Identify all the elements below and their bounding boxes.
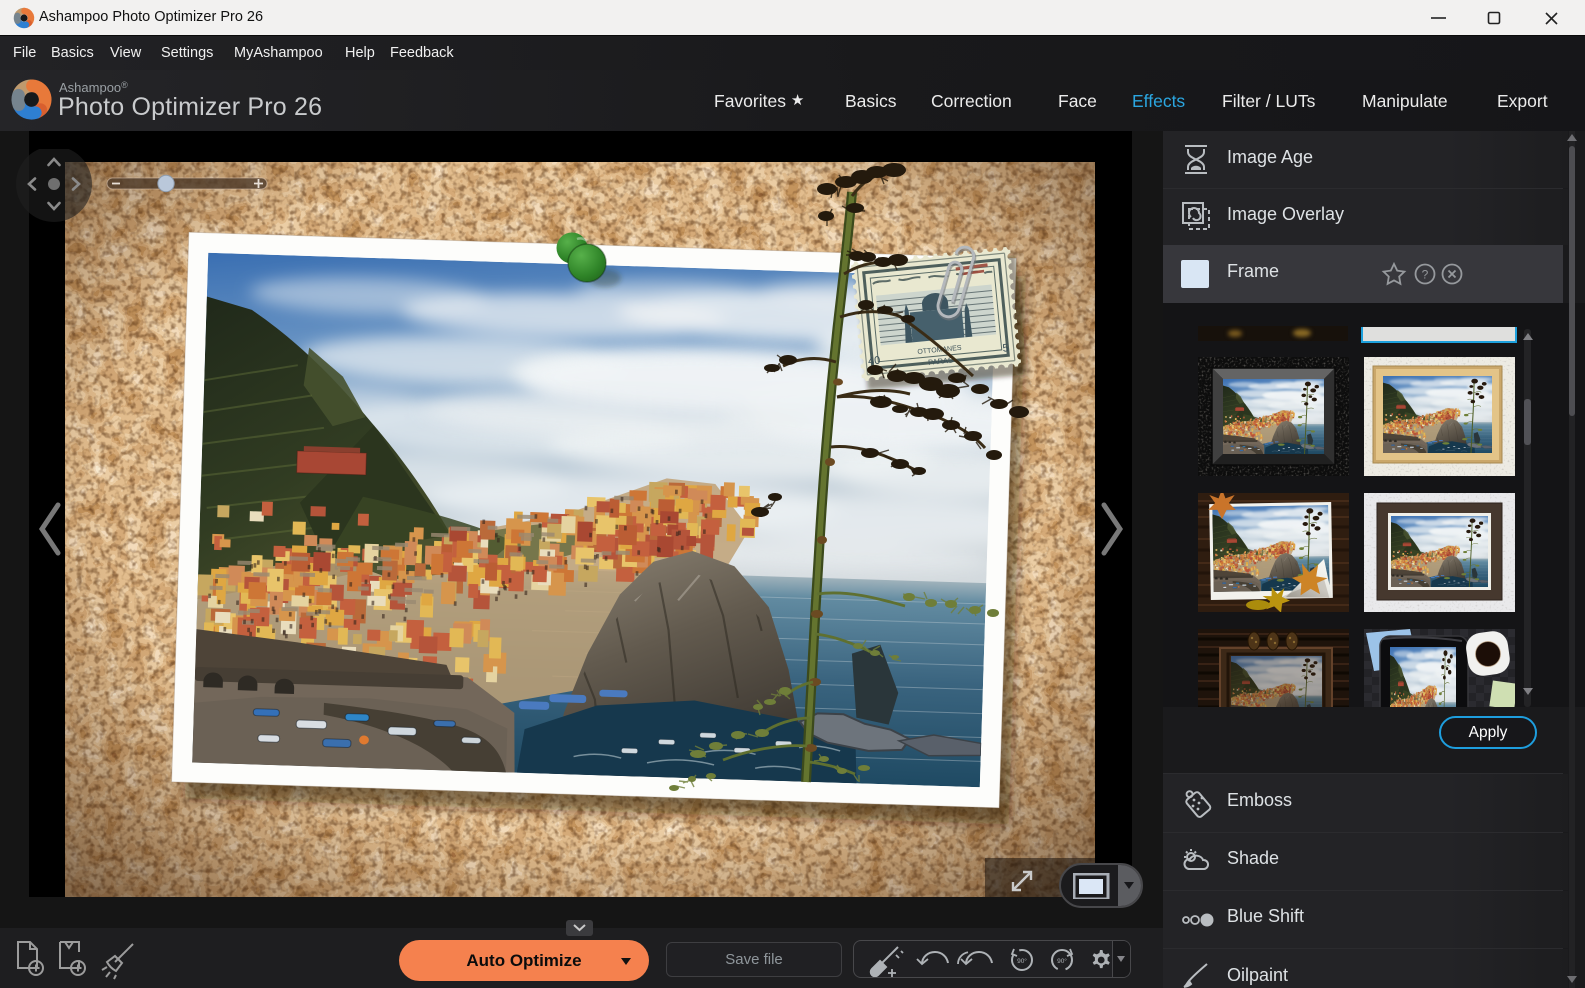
svg-text:?: ? xyxy=(1422,268,1429,282)
svg-text:5: 5 xyxy=(1002,342,1009,355)
svg-text:90°: 90° xyxy=(1057,957,1067,965)
svg-text:90°: 90° xyxy=(1017,957,1027,965)
